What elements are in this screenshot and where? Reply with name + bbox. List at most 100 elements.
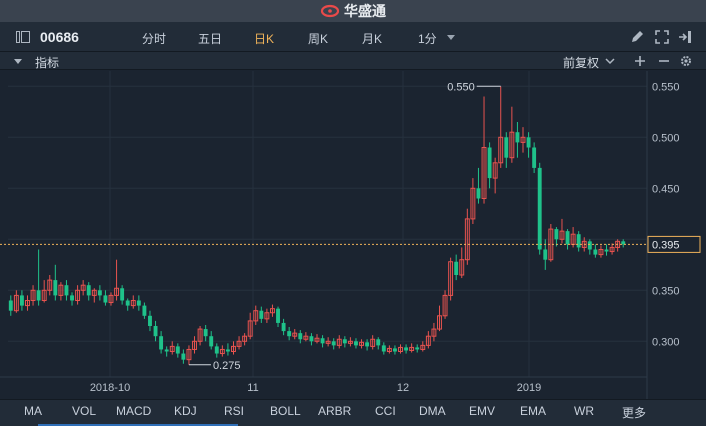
candle-body (281, 322, 286, 332)
kline-chart[interactable]: 0.5500.5000.4500.4000.3500.3002018-10111… (0, 71, 706, 399)
candle-body (593, 249, 598, 255)
indicator-tab-arbr[interactable]: ARBR (318, 404, 351, 418)
chevron-down-icon[interactable] (605, 56, 615, 66)
candle-body (120, 288, 125, 301)
candle-body (404, 347, 409, 351)
candle-body (554, 229, 559, 240)
indicator-tab-更多[interactable]: 更多 (622, 404, 646, 421)
period-toolbar: 00686 分时 五日 日K 周K 月K 1分 (0, 22, 706, 52)
indicator-label[interactable]: 指标 (35, 54, 59, 71)
tab-daily-k[interactable]: 日K (254, 30, 274, 47)
candle-body (153, 326, 158, 337)
candlestick-chart[interactable]: 0.5500.5000.4500.4000.3500.3002018-10111… (0, 71, 706, 399)
brand-name: 华盛通 (344, 3, 386, 19)
candle-body (537, 167, 542, 250)
indicator-tab-kdj[interactable]: KDJ (174, 404, 197, 418)
high-annotation-label: 0.550 (447, 81, 475, 93)
candle-body (225, 349, 230, 352)
candle-body (86, 285, 91, 296)
candle-body (125, 300, 130, 306)
tab-minute-select[interactable]: 1分 (418, 30, 437, 47)
x-tick-label: 2019 (517, 382, 541, 394)
candle-body (159, 336, 164, 350)
indicator-tab-vol[interactable]: VOL (72, 404, 96, 418)
indicator-bar: 指标 前复权 (0, 52, 706, 70)
candle-body (376, 339, 381, 346)
current-price-label: 0.395 (652, 239, 680, 251)
sidebar-toggle-icon[interactable] (16, 31, 30, 43)
candle-body (543, 249, 548, 260)
candle-body (320, 338, 325, 344)
candle-body (354, 341, 358, 346)
candle-body (298, 333, 303, 340)
candle-body (392, 348, 397, 352)
candle-body (148, 315, 152, 326)
brand-logo-icon (320, 4, 340, 18)
candle-body (309, 336, 314, 342)
candle-body (331, 341, 336, 346)
candle-body (476, 188, 481, 199)
tab-five-day[interactable]: 五日 (198, 30, 222, 47)
chevron-down-icon[interactable] (447, 35, 455, 40)
candle-body (181, 353, 186, 360)
candle-body (203, 329, 208, 337)
indicator-tab-wr[interactable]: WR (574, 404, 594, 418)
price-adjust-select[interactable]: 前复权 (563, 54, 599, 71)
candle-body (587, 241, 592, 250)
indicator-tab-macd[interactable]: MACD (116, 404, 151, 418)
candle-body (175, 346, 180, 354)
indicator-tab-dma[interactable]: DMA (419, 404, 446, 418)
candle-body (365, 342, 370, 347)
candle-body (136, 300, 141, 306)
candle-body (487, 147, 492, 179)
y-tick-label: 0.300 (652, 336, 680, 348)
candle-body (142, 305, 147, 316)
indicator-tab-rsi[interactable]: RSI (224, 404, 244, 418)
candle-body (209, 336, 214, 347)
plus-icon[interactable] (634, 55, 646, 67)
indicator-tab-cci[interactable]: CCI (375, 404, 396, 418)
tab-monthly-k[interactable]: 月K (362, 30, 382, 47)
tab-weekly-k[interactable]: 周K (308, 30, 328, 47)
candle-body (604, 249, 609, 252)
y-tick-label: 0.550 (652, 81, 680, 93)
indicator-tab-emv[interactable]: EMV (469, 404, 495, 418)
x-tick-label: 12 (397, 382, 409, 394)
tab-intraday[interactable]: 分时 (142, 30, 166, 47)
stock-code: 00686 (40, 29, 79, 45)
candle-body (415, 347, 420, 350)
candle-body (70, 295, 74, 301)
minus-icon[interactable] (658, 55, 670, 67)
low-annotation-label: 0.275 (213, 360, 241, 372)
indicator-tab-ema[interactable]: EMA (520, 404, 546, 418)
candle-body (342, 339, 347, 344)
x-tick-label: 11 (247, 382, 258, 394)
indicator-tab-ma[interactable]: MA (24, 404, 42, 418)
collapse-panel-icon[interactable] (678, 30, 692, 44)
brand: 华盛通 (320, 1, 386, 21)
y-tick-label: 0.450 (652, 183, 680, 195)
candle-body (103, 295, 108, 303)
candle-body (36, 290, 41, 301)
candle-body (381, 345, 386, 352)
title-bar: 华盛通 (0, 0, 706, 22)
indicator-tab-boll[interactable]: BOLL (270, 404, 301, 418)
candle-body (454, 261, 459, 275)
candle-body (8, 300, 13, 311)
candle-body (19, 295, 24, 306)
candle-body (97, 290, 102, 296)
candle-body (504, 137, 509, 158)
candle-body (53, 280, 58, 296)
candle-body (532, 147, 537, 168)
gear-icon[interactable] (680, 55, 692, 67)
indicator-tabs: MA VOL MACD KDJ RSI BOLL ARBR CCI DMA EMV EMA WR 更多 (0, 399, 706, 426)
candle-body (287, 331, 292, 337)
pencil-icon[interactable] (630, 30, 644, 44)
candle-body (565, 231, 570, 245)
candle-body (515, 132, 520, 143)
candle-body (164, 349, 169, 352)
collapse-triangle-icon[interactable] (14, 59, 22, 64)
y-tick-label: 0.500 (652, 132, 680, 144)
candle-body (576, 234, 581, 248)
fullscreen-icon[interactable] (655, 30, 669, 44)
